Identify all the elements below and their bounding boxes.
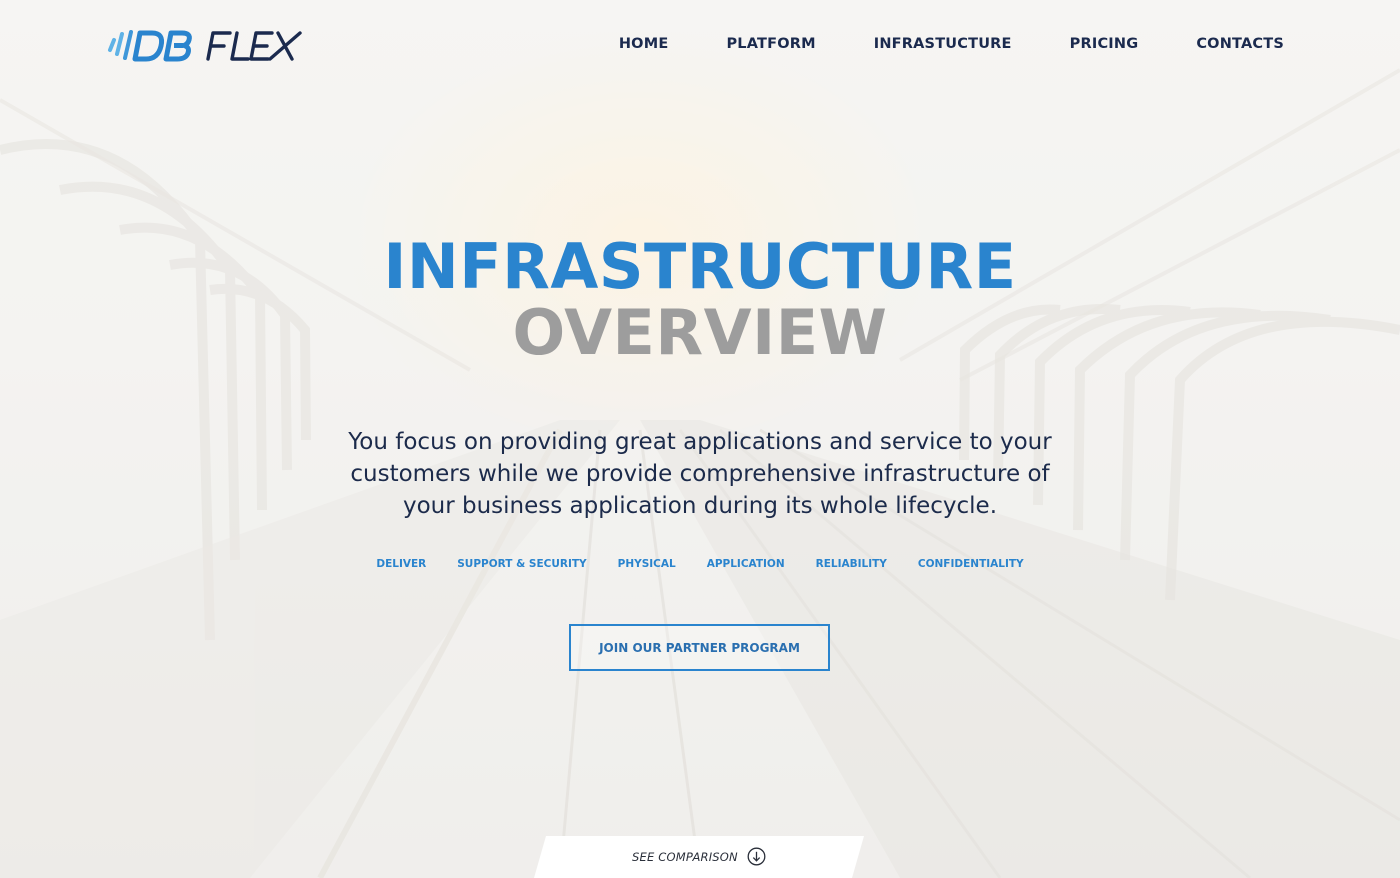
nav-item-infrastucture[interactable]: INFRASTUCTURE xyxy=(874,36,1012,52)
see-comparison-label: SEE COMPARISON xyxy=(632,850,738,864)
tag-support-security[interactable]: SUPPORT & SECURITY xyxy=(457,558,586,570)
tag-confidentiality[interactable]: CONFIDENTIALITY xyxy=(918,558,1024,570)
hero-subtitle: OVERVIEW xyxy=(512,296,888,369)
tag-application[interactable]: APPLICATION xyxy=(707,558,785,570)
tag-physical[interactable]: PHYSICAL xyxy=(618,558,676,570)
arrow-down-circle-icon[interactable] xyxy=(747,847,766,866)
main-nav: HOME PLATFORM INFRASTUCTURE PRICING CONT… xyxy=(619,36,1284,52)
nav-item-home[interactable]: HOME xyxy=(619,36,669,52)
feature-tags: DELIVER SUPPORT & SECURITY PHYSICAL APPL… xyxy=(0,558,1400,570)
nav-item-contacts[interactable]: CONTACTS xyxy=(1196,36,1284,52)
nav-item-pricing[interactable]: PRICING xyxy=(1070,36,1139,52)
join-partner-program-button[interactable]: JOIN OUR PARTNER PROGRAM xyxy=(569,624,830,671)
tag-reliability[interactable]: RELIABILITY xyxy=(816,558,887,570)
brand-logo[interactable] xyxy=(106,28,330,64)
hero-description: You focus on providing great application… xyxy=(348,429,1052,519)
nav-item-platform[interactable]: PLATFORM xyxy=(726,36,815,52)
hero-title: INFRASTRUCTURE xyxy=(383,230,1017,303)
see-comparison-tab[interactable]: SEE COMPARISON xyxy=(534,836,864,878)
db-flex-logo-icon xyxy=(108,30,302,62)
tag-deliver[interactable]: DELIVER xyxy=(376,558,426,570)
